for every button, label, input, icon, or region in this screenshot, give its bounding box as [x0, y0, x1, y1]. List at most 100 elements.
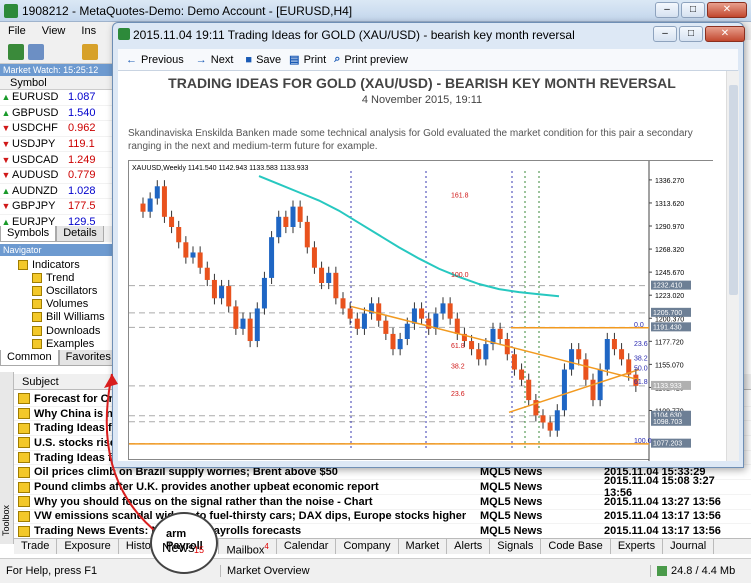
navigator-item[interactable]: Volumes — [0, 298, 113, 311]
tab-trade[interactable]: Trade — [14, 539, 58, 554]
y-tick-label: 1290.970 — [655, 224, 684, 231]
tab-journal[interactable]: Journal — [663, 539, 715, 554]
tab-mailbox[interactable]: Mailbox4 — [219, 539, 277, 557]
y-tick-label: 1155.070 — [655, 362, 684, 369]
navigator-item[interactable]: Downloads — [0, 324, 113, 337]
connection-icon — [657, 566, 667, 576]
candle-body — [319, 267, 325, 283]
tab-alerts[interactable]: Alerts — [447, 539, 491, 554]
navigator-item[interactable]: Examples — [0, 337, 113, 350]
candle-body — [297, 206, 303, 222]
arrow-down-icon: ▼ — [1, 201, 11, 212]
news-source: MQL5 News — [480, 525, 543, 538]
status-market-overview[interactable]: Market Overview — [220, 565, 650, 577]
dialog-close-button[interactable]: ✕ — [705, 26, 745, 42]
candle-body — [333, 272, 339, 299]
tab-market[interactable]: Market — [399, 539, 448, 554]
column-subject[interactable]: Subject — [14, 376, 59, 388]
print-button[interactable]: ▤ Print — [289, 53, 327, 67]
save-button[interactable]: ■ Save — [245, 54, 281, 66]
market-watch-row[interactable]: ▼ GBPJPY 177.5 — [0, 199, 113, 215]
tab-common[interactable]: Common — [0, 350, 59, 366]
article-scrollbar[interactable] — [726, 71, 739, 461]
candle-body — [511, 354, 517, 370]
candle-body — [604, 339, 610, 370]
dialog-maximize-button[interactable]: □ — [679, 26, 703, 42]
symbol-bid: 119.1 — [68, 138, 95, 151]
navigator-item[interactable]: Bill Williams — [0, 311, 113, 324]
candle-body — [283, 216, 289, 227]
close-button[interactable]: ✕ — [707, 2, 747, 18]
candle-body — [219, 286, 225, 299]
symbol-name: USDCAD — [12, 153, 59, 166]
dialog-titlebar: 2015.11.04 19:11 Trading Ideas for GOLD … — [113, 23, 743, 47]
candle-body — [619, 349, 625, 360]
tab-label: Alerts — [454, 540, 483, 552]
tab-label: Signals — [497, 540, 534, 552]
news-icon — [18, 393, 30, 405]
tab-label: Experts — [617, 540, 656, 552]
minimize-button[interactable]: – — [655, 2, 679, 18]
profiles-icon[interactable] — [28, 44, 44, 60]
previous-button[interactable]: ← Previous — [126, 54, 184, 66]
callout-news-tab[interactable]: News — [162, 540, 195, 555]
new-chart-icon[interactable] — [8, 44, 24, 60]
next-button[interactable]: → Next — [196, 54, 234, 66]
market-watch-row[interactable]: ▲ AUDNZD 1.028 — [0, 184, 113, 200]
market-watch-column-symbol[interactable]: Symbol — [0, 76, 113, 90]
menu-file[interactable]: File — [0, 25, 34, 37]
market-watch-row[interactable]: ▼ USDCAD 1.249 — [0, 152, 113, 168]
navigator-item[interactable]: Oscillators — [0, 284, 113, 297]
candle-body — [433, 313, 439, 329]
status-traffic: 24.8 / 4.4 Mb — [650, 565, 735, 577]
fib-label: 61.8 — [634, 379, 648, 386]
callout-arrow — [104, 373, 161, 536]
arrow-right-icon: → — [195, 53, 207, 66]
navigator-item[interactable]: Indicators — [0, 258, 113, 271]
maximize-button[interactable]: □ — [681, 2, 705, 18]
fib-label: 100.0 — [634, 438, 652, 445]
expert-icon[interactable] — [82, 44, 98, 60]
arrow-down-icon: ▼ — [1, 123, 11, 134]
tab-details[interactable]: Details — [56, 226, 104, 242]
symbol-bid: 0.962 — [68, 122, 96, 135]
tab-experts[interactable]: Experts — [611, 539, 664, 554]
menu-insert[interactable]: Ins — [73, 25, 104, 37]
market-watch-row[interactable]: ▼ USDCHF 0.962 — [0, 121, 113, 137]
tab-company[interactable]: Company — [336, 539, 399, 554]
candle-body — [261, 277, 267, 309]
market-watch-row[interactable]: ▼ AUDUSD 0.779 — [0, 168, 113, 184]
candle-body — [340, 298, 346, 309]
market-watch-row[interactable]: ▲ EURUSD 1.087 — [0, 90, 113, 106]
dialog-minimize-button[interactable]: – — [653, 26, 677, 42]
print-label: Print — [303, 53, 327, 66]
price-label: 1098.703 — [653, 419, 682, 426]
market-watch-row[interactable]: ▲ GBPUSD 1.540 — [0, 106, 113, 122]
tab-calendar[interactable]: Calendar — [277, 539, 337, 554]
article-title: TRADING IDEAS FOR GOLD (XAU/USD) - BEARI… — [168, 75, 676, 91]
tab-symbols[interactable]: Symbols — [0, 226, 57, 242]
chart-svg: 1336.270 1313.620 1290.970 1268.320 1245.670… — [129, 161, 714, 461]
tab-code-base[interactable]: Code Base — [541, 539, 611, 554]
tab-signals[interactable]: Signals — [490, 539, 542, 554]
candle-body — [447, 303, 453, 319]
news-time: 2015.11.04 13:17 13:56 — [604, 525, 721, 538]
scrollbar-thumb[interactable] — [729, 85, 738, 295]
candle-body — [290, 206, 296, 227]
candle-body — [483, 344, 489, 360]
candle-body — [304, 221, 310, 248]
news-icon — [18, 510, 30, 522]
candle-body — [204, 267, 210, 280]
market-watch-header: Market Watch: 15:25:12 — [0, 64, 113, 76]
news-icon — [18, 466, 30, 478]
print-preview-button[interactable]: ⌕ Print preview — [334, 53, 408, 66]
market-watch-row[interactable]: ▼ USDJPY 119.1 — [0, 137, 113, 153]
toolbox-side-label: Toolbox — [0, 372, 14, 544]
candle-body — [419, 308, 425, 319]
candle-body — [147, 198, 153, 212]
dialog-title: 2015.11.04 19:11 Trading Ideas for GOLD … — [133, 28, 575, 42]
traffic-text: 24.8 / 4.4 Mb — [671, 565, 736, 577]
menu-view[interactable]: View — [34, 25, 74, 37]
navigator-item[interactable]: Trend — [0, 271, 113, 284]
candle-body — [161, 186, 167, 217]
